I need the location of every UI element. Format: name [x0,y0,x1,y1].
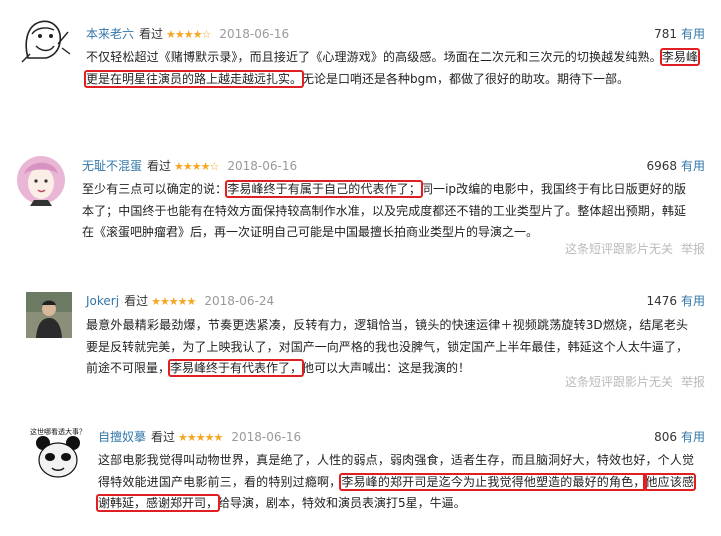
rating-stars: ★★★★☆ [166,28,211,41]
review-meta: 自擅奴摹 看过 ★★★★★ 2018-06-16 [98,428,301,446]
avatar[interactable] [18,14,72,64]
unrelated-note-link[interactable]: 这条短评跟影片无关 [565,375,673,389]
useful-button[interactable]: 有用 [681,430,705,444]
review-text-part: 给导演，剧本，特效和演员表演打5星，牛逼。 [218,496,466,510]
meme-face-icon [18,14,72,64]
highlighted-text: 李易峰终于有属于自己的代表作了； [225,180,423,198]
watched-label: 看过 [124,294,149,308]
useful-button[interactable]: 有用 [681,294,705,308]
rating-stars: ★★★★★ [151,295,196,308]
review-meta: 本来老六 看过 ★★★★☆ 2018-06-16 [86,25,289,43]
review-date: 2018-06-24 [204,294,275,308]
review-text-part: 不仅轻松超过《赌博默示录》，而且接近了《心理游戏》的高级感。场面在二次元和三次元… [86,50,662,64]
username-link[interactable]: 自擅奴摹 [98,430,146,444]
pink-hair-avatar-icon [14,152,68,206]
person-photo-icon [26,292,72,338]
review-text-part: 无论是口哨还是各种bgm，都做了很好的助攻。期待下一部。 [302,71,629,86]
username-link[interactable]: 本来老六 [86,27,134,41]
useful-button[interactable]: 有用 [681,27,705,41]
vote-count: 1476 [646,294,677,308]
vote-area: 806 有用 [654,428,705,446]
avatar-caption: 这世哪看透大事？ [30,427,86,436]
review-date: 2018-06-16 [227,159,298,173]
review-text: 至少有三点可以确定的说：李易峰终于有属于自己的代表作了；同一ip改编的电影中，我… [82,179,686,244]
watched-label: 看过 [147,159,172,173]
username-link[interactable]: Jokerj [86,294,119,308]
highlighted-text: 李易峰终于有代表作了， [168,359,305,377]
avatar[interactable]: 这世哪看透大事？ [30,426,86,482]
review-text: 这部电影我觉得叫动物世界，真是绝了，人性的弱点，弱肉强食，适者生存，而且脑洞好大… [96,450,696,515]
review-date: 2018-06-16 [231,430,302,444]
vote-count: 806 [654,430,677,444]
review-text-part: 至少有三点可以确定的说： [82,182,228,196]
avatar[interactable] [26,292,72,338]
unrelated-note-link[interactable]: 这条短评跟影片无关 [565,242,673,256]
watched-label: 看过 [139,27,164,41]
review-meta: Jokerj 看过 ★★★★★ 2018-06-24 [86,292,274,310]
vote-count: 781 [654,27,677,41]
report-link[interactable]: 举报 [681,242,705,256]
vote-count: 6968 [646,159,677,173]
vote-area: 6968 有用 [646,157,705,175]
vote-area: 781 有用 [654,25,705,43]
report-link[interactable]: 举报 [681,375,705,389]
username-link[interactable]: 无耻不混蛋 [82,159,142,173]
review-date: 2018-06-16 [219,27,290,41]
review-text: 不仅轻松超过《赌博默示录》，而且接近了《心理游戏》的高级感。场面在二次元和三次元… [84,47,700,90]
useful-button[interactable]: 有用 [681,159,705,173]
review-item: 本来老六 看过 ★★★★☆ 2018-06-16 781 有用 不仅轻松超过《赌博默示录… [0,0,721,110]
review-text: 最意外最精彩最劲爆，节奏更迭紧凑，反转有力，逻辑恰当，镜头的快速运律＋视频跳荡旋… [86,315,688,380]
review-item: 无耻不混蛋 看过 ★★★★☆ 2018-06-16 6968 有用 至少有三点可以确定的… [0,140,721,260]
rating-stars: ★★★★☆ [174,160,219,173]
review-item: Jokerj 看过 ★★★★★ 2018-06-24 1476 有用 最意外最精彩最劲爆… [0,280,721,400]
watched-label: 看过 [151,430,176,444]
review-item: 这世哪看透大事？ 自擅奴摹 看过 ★★★★★ 2018-06-16 806 有用 这部电… [0,418,721,536]
review-footer: 这条短评跟影片无关 举报 [565,373,705,391]
avatar[interactable] [14,152,68,206]
highlighted-text: 李易峰的郑开司是迄今为止我觉得他塑造的最好的角色， [339,472,648,491]
vote-area: 1476 有用 [646,292,705,310]
review-text-part: 他可以大声喊出：这是我演的！ [302,361,471,375]
review-meta: 无耻不混蛋 看过 ★★★★☆ 2018-06-16 [82,157,297,175]
rating-stars: ★★★★★ [178,431,223,444]
review-footer: 这条短评跟影片无关 举报 [565,240,705,258]
panda-meme-icon: 这世哪看透大事？ [30,426,86,482]
